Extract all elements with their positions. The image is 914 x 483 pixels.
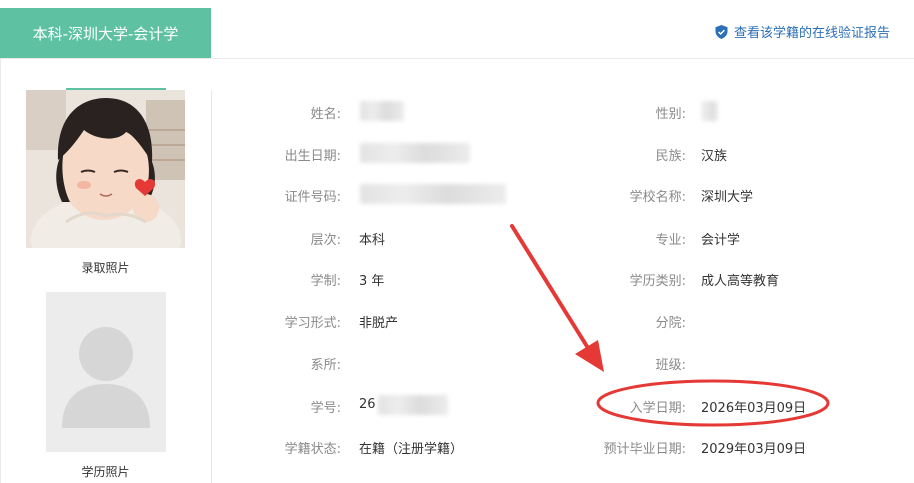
id-number-value-redacted xyxy=(360,184,506,204)
verify-report-link[interactable]: 查看该学籍的在线验证报告 xyxy=(715,22,890,41)
school-label: 学校名称: xyxy=(629,190,686,205)
education-photo-placeholder xyxy=(46,292,166,452)
level-label: 层次: xyxy=(310,233,341,248)
name-value-redacted xyxy=(360,101,404,121)
enroll-date-label: 入学日期: xyxy=(629,401,686,416)
status-label: 学籍状态: xyxy=(284,442,341,457)
study-form-label: 学习形式: xyxy=(284,316,341,331)
annotation-arrow xyxy=(510,224,590,350)
edu-category-label: 学历类别: xyxy=(629,274,686,289)
duration-value: 3 年 xyxy=(359,274,385,289)
major-value: 会计学 xyxy=(701,233,741,248)
edu-category-value: 成人高等教育 xyxy=(701,274,780,289)
education-photo-caption: 学历照片 xyxy=(81,465,130,479)
ethnicity-value: 汉族 xyxy=(701,149,728,164)
birth-date-label: 出生日期: xyxy=(284,149,341,164)
birth-date-value-redacted xyxy=(360,143,470,163)
enroll-date-value: 2026年03月09日 xyxy=(701,401,807,416)
header-divider xyxy=(0,58,914,59)
annotation-arrow-head xyxy=(575,340,604,372)
study-form-value: 非脱产 xyxy=(359,316,399,331)
left-border xyxy=(0,58,1,483)
ethnicity-label: 民族: xyxy=(655,149,686,164)
gender-value-redacted xyxy=(702,101,718,121)
status-value: 在籍（注册学籍） xyxy=(359,442,464,457)
level-value: 本科 xyxy=(359,233,386,248)
student-id-label: 学号: xyxy=(310,401,341,416)
student-id-value-redacted xyxy=(378,395,448,415)
student-id-value: 26 xyxy=(359,397,376,412)
id-number-label: 证件号码: xyxy=(284,190,341,205)
grad-date-label: 预计毕业日期: xyxy=(603,442,686,457)
admission-photo xyxy=(26,90,185,248)
gender-label: 性别: xyxy=(655,107,686,122)
department-label: 系所: xyxy=(310,358,341,373)
branch-label: 分院: xyxy=(655,316,686,331)
admission-photo-caption: 录取照片 xyxy=(81,261,130,275)
verify-link-label: 查看该学籍的在线验证报告 xyxy=(733,26,890,41)
duration-label: 学制: xyxy=(310,274,341,289)
class-label: 班级: xyxy=(655,358,686,373)
record-tab-title[interactable]: 本科-深圳大学-会计学 xyxy=(0,8,211,58)
grad-date-value: 2029年03月09日 xyxy=(701,442,807,457)
shield-check-icon xyxy=(715,24,728,39)
major-label: 专业: xyxy=(655,233,686,248)
school-value: 深圳大学 xyxy=(701,190,754,205)
photo-column-divider xyxy=(211,90,212,483)
name-label: 姓名: xyxy=(310,107,341,122)
avatar-placeholder-icon xyxy=(46,292,166,452)
